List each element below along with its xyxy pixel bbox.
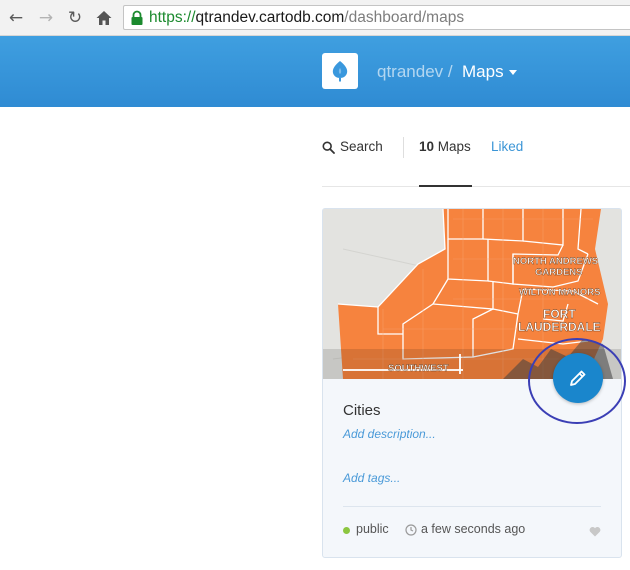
map-title[interactable]: Cities: [343, 402, 381, 419]
heart-icon[interactable]: [589, 524, 601, 542]
url-path: /dashboard/maps: [344, 9, 465, 26]
url-scheme: https://: [149, 9, 196, 26]
breadcrumb-user-label: qtrandev: [377, 62, 444, 81]
add-description-link[interactable]: Add description...: [343, 427, 436, 441]
map-label: NORTH ANDREWS: [513, 256, 598, 267]
url-text: https://qtrandev.cartodb.com/dashboard/m…: [149, 8, 464, 28]
map-label: FORT: [543, 307, 576, 321]
search-icon: [322, 141, 335, 159]
breadcrumb-user[interactable]: qtrandev /: [377, 62, 453, 82]
url-host: qtrandev.cartodb.com: [195, 9, 345, 26]
breadcrumb-separator: /: [447, 62, 453, 81]
updated-time: a few seconds ago: [421, 522, 526, 536]
search-label: Search: [340, 139, 383, 154]
map-label: WILTON MANORS: [519, 287, 600, 298]
privacy-label[interactable]: public: [356, 522, 389, 536]
tab-maps-label: Maps: [437, 139, 471, 154]
card-divider: [343, 506, 601, 507]
tab-maps[interactable]: 10 Maps: [419, 139, 471, 154]
map-label: LAUDERDALE: [518, 320, 601, 334]
back-arrow-icon[interactable]: ←: [6, 8, 26, 28]
browser-toolbar: ← → ↻ https://qtrandev.cartodb.com/dashb…: [0, 0, 630, 36]
tab-liked[interactable]: Liked: [491, 139, 523, 154]
chevron-down-icon[interactable]: [509, 70, 517, 75]
map-label: SOUTHWEST: [388, 363, 449, 374]
highlight-annotation: [528, 338, 626, 424]
app-header: qtrandev / Maps: [0, 36, 630, 107]
map-label: GARDENS: [535, 267, 583, 278]
active-tab-indicator: [419, 185, 472, 187]
filter-divider: [403, 137, 404, 158]
privacy-status-dot: [343, 527, 350, 534]
reload-icon[interactable]: ↻: [65, 8, 85, 28]
home-icon[interactable]: [94, 8, 114, 28]
address-bar[interactable]: https://qtrandev.cartodb.com/dashboard/m…: [123, 5, 630, 30]
add-tags-link[interactable]: Add tags...: [343, 471, 400, 485]
breadcrumb-maps-dropdown[interactable]: Maps: [462, 62, 504, 82]
clock-icon: [405, 523, 417, 541]
forward-arrow-icon[interactable]: →: [36, 8, 56, 28]
filters-border: [322, 186, 630, 187]
lock-icon: [130, 10, 144, 26]
cartodb-logo[interactable]: [322, 53, 358, 89]
maps-count: 10: [419, 139, 435, 154]
logo-icon: [332, 61, 348, 82]
